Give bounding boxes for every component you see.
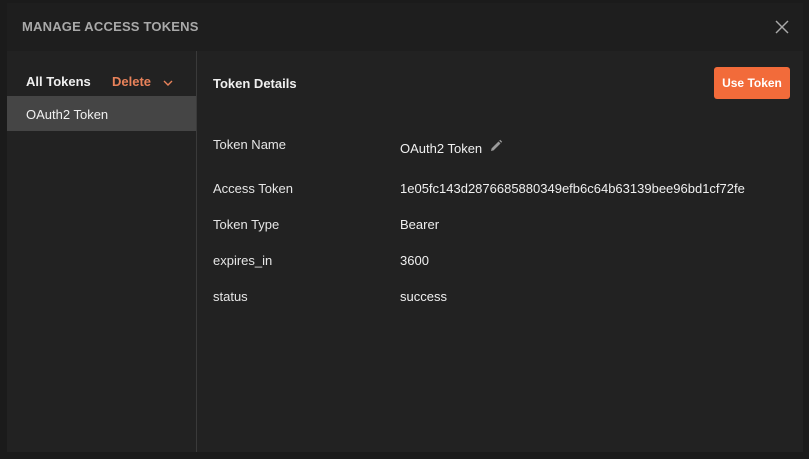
- tokens-sidebar: All Tokens Delete OAuth2 Token: [7, 51, 197, 452]
- token-details-panel: Token Details Use Token Token Name OAuth…: [197, 51, 803, 452]
- modal-title: MANAGE ACCESS TOKENS: [22, 19, 199, 34]
- status-label: status: [213, 289, 248, 304]
- all-tokens-label[interactable]: All Tokens: [26, 74, 91, 89]
- close-icon[interactable]: [773, 18, 791, 36]
- expires-in-value: 3600: [400, 253, 429, 268]
- use-token-button[interactable]: Use Token: [714, 67, 790, 99]
- token-item-label: OAuth2 Token: [26, 107, 109, 122]
- delete-button[interactable]: Delete: [112, 74, 151, 89]
- token-type-label: Token Type: [213, 217, 280, 232]
- modal-header: MANAGE ACCESS TOKENS: [7, 3, 803, 51]
- sidebar-header: All Tokens Delete: [7, 51, 196, 95]
- details-title: Token Details: [213, 76, 297, 91]
- chevron-down-icon[interactable]: [162, 76, 174, 88]
- status-value: success: [400, 289, 447, 304]
- expires-in-label: expires_in: [213, 253, 273, 268]
- pencil-icon[interactable]: [489, 139, 503, 153]
- token-list-item[interactable]: OAuth2 Token: [7, 96, 196, 131]
- token-type-value: Bearer: [400, 217, 440, 232]
- manage-tokens-modal: MANAGE ACCESS TOKENS All Tokens Delete O…: [7, 3, 803, 452]
- access-token-label: Access Token: [213, 181, 293, 196]
- token-name-label: Token Name: [213, 137, 286, 152]
- token-name-value: OAuth2 Token: [400, 141, 483, 156]
- access-token-value: 1e05fc143d2876685880349efb6c64b63139bee9…: [400, 181, 745, 196]
